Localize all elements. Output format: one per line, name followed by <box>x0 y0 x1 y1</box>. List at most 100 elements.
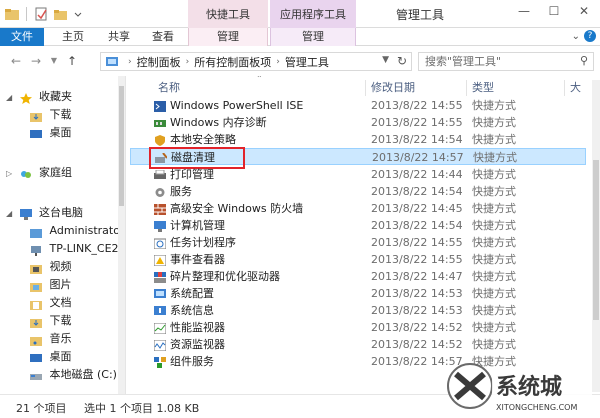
file-type: 快捷方式 <box>472 219 516 232</box>
file-date: 2013/8/22 14:54 <box>371 185 463 198</box>
table-row[interactable]: 本地安全策略 2013/8/22 14:54 快捷方式 <box>130 131 586 148</box>
nav-item-desktop[interactable]: 桌面 <box>30 124 72 141</box>
ribbon-expand-icon[interactable]: ⌄ <box>572 31 580 42</box>
table-row[interactable]: 事件查看器 2013/8/22 14:55 快捷方式 <box>130 251 586 268</box>
breadcrumb-control-panel[interactable]: 控制面板 <box>137 54 181 70</box>
user-folder-icon <box>30 226 42 238</box>
file-type: 快捷方式 <box>472 133 516 146</box>
component-services-icon <box>154 356 166 368</box>
folder-download-icon <box>30 316 42 328</box>
search-icon[interactable]: ⚲ <box>580 54 596 67</box>
file-type: 快捷方式 <box>472 116 516 129</box>
window-title: 管理工具 <box>395 8 444 22</box>
table-row[interactable]: Windows 内存诊断 2013/8/22 14:55 快捷方式 <box>130 114 586 131</box>
content-scrollbar[interactable] <box>592 80 600 392</box>
maximize-button[interactable]: ☐ <box>540 0 568 22</box>
file-date: 2013/8/22 14:45 <box>371 202 463 215</box>
column-divider[interactable] <box>466 80 467 96</box>
column-divider[interactable] <box>365 80 366 96</box>
breadcrumb-separator-icon[interactable]: › <box>276 57 280 67</box>
file-type: 快捷方式 <box>472 99 516 112</box>
file-date: 2013/8/22 14:55 <box>371 116 463 129</box>
table-row[interactable]: 系统配置 2013/8/22 14:53 快捷方式 <box>130 285 586 302</box>
table-row[interactable]: 任务计划程序 2013/8/22 14:55 快捷方式 <box>130 234 586 251</box>
table-row[interactable]: 系统信息 2013/8/22 14:53 快捷方式 <box>130 302 586 319</box>
nav-item-tplink[interactable]: TP-LINK_CE22D <box>30 240 125 257</box>
refresh-icon[interactable]: ↻ <box>397 54 407 68</box>
breadcrumb-separator-icon[interactable]: › <box>186 57 190 67</box>
forward-button[interactable]: → <box>28 53 44 69</box>
file-type: 快捷方式 <box>472 270 516 283</box>
tab-manage-app[interactable]: 管理 <box>270 28 356 46</box>
file-date: 2013/8/22 14:55 <box>371 99 463 112</box>
nav-scrollbar[interactable] <box>118 76 125 394</box>
nav-item-label: Administrator (r <box>49 224 126 237</box>
back-button[interactable]: ← <box>8 53 24 69</box>
new-folder-icon[interactable] <box>53 6 69 22</box>
properties-icon[interactable] <box>33 6 49 22</box>
up-button[interactable]: ↑ <box>64 53 80 69</box>
file-name: 任务计划程序 <box>170 236 236 249</box>
nav-item-favorites[interactable]: ◢ 收藏夹 <box>6 88 72 105</box>
nav-item-homegroup[interactable]: ▷ 家庭组 <box>6 164 72 181</box>
folder-download-icon <box>30 110 42 122</box>
expand-caret-icon[interactable]: ▷ <box>6 165 16 182</box>
table-row[interactable]: 高级安全 Windows 防火墙 2013/8/22 14:45 快捷方式 <box>130 200 586 217</box>
nav-item-pictures[interactable]: 图片 <box>30 276 72 293</box>
content-scrollbar-thumb[interactable] <box>593 160 599 320</box>
column-header-size[interactable]: 大 <box>570 80 581 96</box>
file-list: ⌃ 名称 修改日期 类型 大 Windows PowerShell ISE 20… <box>130 76 600 394</box>
nav-item-desktop-2[interactable]: 桌面 <box>30 348 72 365</box>
collapse-caret-icon[interactable]: ◢ <box>6 89 16 106</box>
nav-item-downloads-2[interactable]: 下载 <box>30 312 72 329</box>
tab-home[interactable]: 主页 <box>54 28 92 46</box>
breadcrumb-admin-tools[interactable]: 管理工具 <box>285 54 329 70</box>
nav-item-documents[interactable]: 文档 <box>30 294 72 311</box>
close-button[interactable]: ✕ <box>570 0 598 22</box>
file-date: 2013/8/22 14:44 <box>371 168 463 181</box>
table-row[interactable]: 资源监视器 2013/8/22 14:52 快捷方式 <box>130 336 586 353</box>
table-row[interactable]: Windows PowerShell ISE 2013/8/22 14:55 快… <box>130 97 586 114</box>
table-row[interactable]: 服务 2013/8/22 14:54 快捷方式 <box>130 183 586 200</box>
nav-item-this-pc[interactable]: ◢ 这台电脑 <box>6 204 83 221</box>
recent-locations-icon[interactable]: ▼ <box>46 53 62 69</box>
nav-item-videos[interactable]: 视频 <box>30 258 72 275</box>
column-header-type[interactable]: 类型 <box>472 80 494 96</box>
tab-file[interactable]: 文件 <box>0 28 44 46</box>
column-divider[interactable] <box>564 80 565 96</box>
tab-view[interactable]: 查看 <box>144 28 182 46</box>
minimize-button[interactable]: — <box>510 0 538 22</box>
address-bar[interactable]: › 控制面板 › 所有控制面板项 › 管理工具 ▼ ↻ <box>100 52 412 71</box>
table-row[interactable]: 碎片整理和优化驱动器 2013/8/22 14:47 快捷方式 <box>130 268 586 285</box>
column-header-name[interactable]: 名称 <box>158 80 180 96</box>
table-row[interactable]: 性能监视器 2013/8/22 14:52 快捷方式 <box>130 319 586 336</box>
control-panel-icon <box>105 56 119 68</box>
breadcrumb-all-items[interactable]: 所有控制面板项 <box>194 54 271 70</box>
nav-item-music[interactable]: 音乐 <box>30 330 72 347</box>
file-date: 2013/8/22 14:57 <box>372 151 464 164</box>
customize-dropdown-icon[interactable] <box>73 6 83 22</box>
nav-item-label: 家庭组 <box>39 166 72 179</box>
nav-item-downloads[interactable]: 下载 <box>30 106 72 123</box>
nav-item-local-disk[interactable]: 本地磁盘 (C:) <box>30 366 117 383</box>
search-input[interactable]: 搜索"管理工具" <box>418 52 594 71</box>
sort-caret-icon: ⌃ <box>256 76 263 83</box>
address-dropdown-icon[interactable]: ▼ <box>382 55 389 65</box>
nav-scrollbar-thumb[interactable] <box>119 86 124 206</box>
powershell-icon <box>154 100 166 112</box>
nav-item-label: 文档 <box>49 296 72 309</box>
help-icon[interactable]: ? <box>584 30 596 42</box>
tab-share[interactable]: 共享 <box>100 28 138 46</box>
site-watermark-logo: 系统城 XITONGCHENG.COM <box>444 356 594 414</box>
table-row[interactable]: 计算机管理 2013/8/22 14:54 快捷方式 <box>130 217 586 234</box>
table-row-selected[interactable]: 磁盘清理 2013/8/22 14:57 快捷方式 <box>130 147 586 169</box>
table-row[interactable]: 打印管理 2013/8/22 14:44 快捷方式 <box>130 166 586 183</box>
file-name: 事件查看器 <box>170 253 225 266</box>
column-header-modified[interactable]: 修改日期 <box>371 80 415 96</box>
explorer-folder-icon[interactable] <box>4 6 20 22</box>
collapse-caret-icon[interactable]: ◢ <box>6 205 16 222</box>
desktop-icon <box>30 352 42 363</box>
nav-item-administrator[interactable]: Administrator (r <box>30 222 126 239</box>
file-type: 快捷方式 <box>472 236 516 249</box>
tab-manage-shortcut[interactable]: 管理 <box>188 28 268 46</box>
